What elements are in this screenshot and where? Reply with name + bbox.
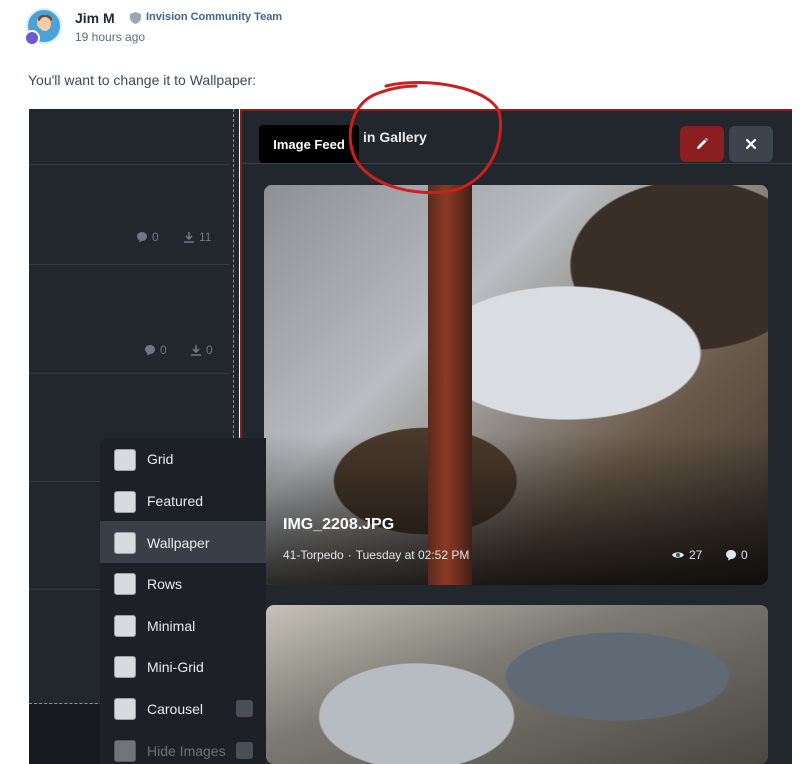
downloads-count: 0 bbox=[206, 343, 213, 357]
gallery-image-card[interactable] bbox=[266, 605, 768, 764]
eye-icon bbox=[672, 552, 684, 558]
pencil-icon bbox=[697, 138, 708, 149]
row-divider bbox=[29, 164, 229, 165]
comments-count: 0 bbox=[160, 343, 167, 357]
rows-layout-icon bbox=[114, 573, 136, 595]
panel-header-divider bbox=[242, 163, 792, 164]
image-feed-tooltip: Image Feed bbox=[259, 125, 359, 163]
download-icon bbox=[191, 345, 201, 356]
menu-item-label: Carousel bbox=[147, 701, 204, 717]
carousel-checkbox[interactable] bbox=[236, 700, 253, 717]
download-icon bbox=[184, 232, 194, 243]
menu-item-label: Minimal bbox=[147, 618, 196, 634]
image-date: Tuesday at 02:52 PM bbox=[355, 548, 470, 562]
photo-detail-pole bbox=[428, 185, 472, 585]
shield-icon bbox=[130, 12, 141, 24]
crown-badge-icon bbox=[24, 30, 40, 46]
meta-separator: · bbox=[347, 548, 352, 562]
comment-icon bbox=[145, 345, 155, 356]
screenshot-root: { "post": { "author": "Jim M", "team": "… bbox=[0, 0, 808, 764]
mini-grid-layout-icon bbox=[114, 656, 136, 678]
row-divider bbox=[29, 373, 229, 374]
image-author[interactable]: 41-Torpedo bbox=[283, 548, 344, 562]
list-row-comments: 0 bbox=[136, 230, 159, 244]
gallery-photo bbox=[266, 605, 768, 764]
menu-item-label: Grid bbox=[147, 451, 174, 467]
edit-button[interactable] bbox=[680, 126, 724, 162]
comments-count: 0 bbox=[152, 230, 159, 244]
carousel-layout-icon bbox=[114, 698, 136, 720]
image-comments: 0 bbox=[725, 548, 748, 562]
downloads-count: 11 bbox=[199, 230, 212, 244]
post-body-text: You'll want to change it to Wallpaper: bbox=[28, 72, 257, 88]
comments-count: 0 bbox=[741, 548, 748, 562]
avatar-face bbox=[39, 17, 51, 31]
list-row-comments: 0 bbox=[144, 343, 167, 357]
grid-layout-icon bbox=[114, 449, 136, 471]
menu-item-label: Wallpaper bbox=[147, 535, 210, 551]
comment-icon bbox=[137, 232, 147, 243]
row-divider bbox=[29, 264, 229, 265]
list-row-downloads: 11 bbox=[183, 230, 211, 244]
menu-item-label: Featured bbox=[147, 493, 204, 509]
menu-item-label: Hide Images bbox=[147, 743, 226, 759]
team-link[interactable]: Invision Community Team bbox=[146, 11, 282, 23]
image-views: 27 bbox=[671, 548, 702, 562]
views-count: 27 bbox=[689, 548, 703, 562]
close-icon bbox=[745, 138, 757, 150]
hide-images-icon bbox=[114, 740, 136, 762]
hide-images-checkbox[interactable] bbox=[236, 742, 253, 759]
minimal-layout-icon bbox=[114, 615, 136, 637]
wallpaper-layout-icon bbox=[114, 532, 136, 554]
author-name[interactable]: Jim M bbox=[75, 10, 115, 26]
annotation-circle bbox=[348, 81, 502, 195]
image-meta: 41-Torpedo · Tuesday at 02:52 PM bbox=[283, 548, 469, 562]
post-timestamp[interactable]: 19 hours ago bbox=[75, 30, 145, 44]
menu-item-label: Mini-Grid bbox=[147, 659, 204, 675]
close-button[interactable] bbox=[729, 126, 773, 162]
list-row-downloads: 0 bbox=[190, 343, 213, 357]
featured-layout-icon bbox=[114, 491, 136, 513]
comment-icon bbox=[726, 550, 736, 561]
image-title[interactable]: IMG_2208.JPG bbox=[283, 516, 394, 534]
menu-item-label: Rows bbox=[147, 576, 183, 592]
